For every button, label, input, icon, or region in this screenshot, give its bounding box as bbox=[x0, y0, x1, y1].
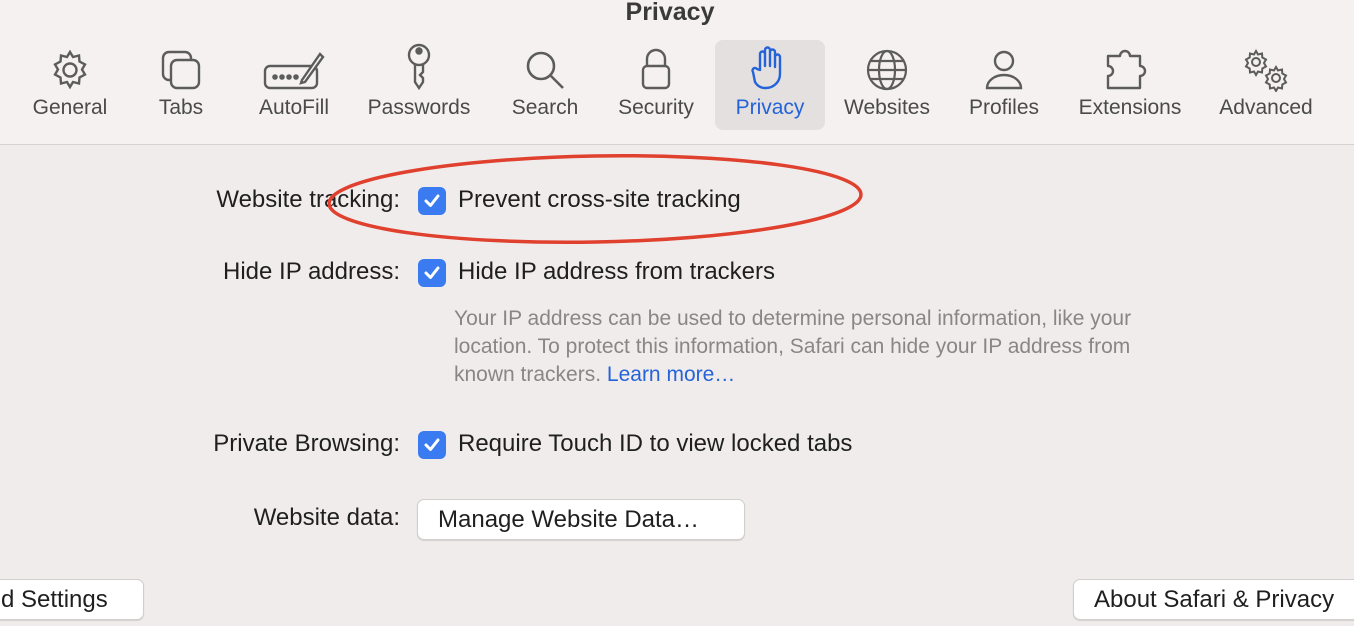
gear-icon bbox=[48, 40, 92, 92]
tab-websites-label: Websites bbox=[844, 96, 930, 119]
tab-advanced[interactable]: Advanced bbox=[1208, 40, 1324, 130]
tab-security-label: Security bbox=[618, 96, 694, 119]
toolbar: Privacy General Tabs AutoFill Passwords … bbox=[0, 0, 1354, 145]
touch-id-checkbox[interactable] bbox=[418, 431, 446, 459]
hide-ip-description: Your IP address can be used to determine… bbox=[454, 305, 1174, 389]
safari-settings-window: Privacy General Tabs AutoFill Passwords … bbox=[0, 0, 1354, 626]
hide-ip-checkbox[interactable] bbox=[418, 259, 446, 287]
tab-autofill[interactable]: AutoFill bbox=[244, 40, 344, 130]
tab-privacy[interactable]: Privacy bbox=[715, 40, 825, 130]
autofill-icon bbox=[262, 40, 326, 92]
prevent-tracking-label[interactable]: Prevent cross-site tracking bbox=[458, 186, 741, 214]
about-safari-privacy-button[interactable]: About Safari & Privacy bbox=[1073, 579, 1354, 620]
search-icon bbox=[523, 40, 567, 92]
tab-passwords-label: Passwords bbox=[367, 96, 471, 119]
hide-ip-description-text: Your IP address can be used to determine… bbox=[454, 307, 1132, 386]
website-tracking-label: Website tracking: bbox=[216, 186, 400, 213]
globe-icon bbox=[865, 40, 909, 92]
hide-ip-checkbox-label[interactable]: Hide IP address from trackers bbox=[458, 258, 775, 286]
tab-extensions[interactable]: Extensions bbox=[1068, 40, 1192, 130]
tab-autofill-label: AutoFill bbox=[258, 96, 330, 119]
hand-icon bbox=[750, 40, 790, 92]
window-title: Privacy bbox=[625, 0, 715, 26]
tab-websites[interactable]: Websites bbox=[834, 40, 940, 130]
person-icon bbox=[984, 40, 1024, 92]
tabs-icon bbox=[159, 40, 203, 92]
checkmark-icon bbox=[424, 266, 440, 279]
tab-general[interactable]: General bbox=[20, 40, 120, 130]
tab-tabs-label: Tabs bbox=[158, 96, 204, 119]
checkmark-icon bbox=[424, 438, 440, 451]
website-data-label: Website data: bbox=[253, 504, 400, 531]
hide-ip-label: Hide IP address: bbox=[223, 258, 400, 285]
tab-search[interactable]: Search bbox=[498, 40, 592, 130]
private-browsing-label: Private Browsing: bbox=[213, 430, 400, 457]
tab-profiles[interactable]: Profiles bbox=[958, 40, 1050, 130]
touch-id-checkbox-label[interactable]: Require Touch ID to view locked tabs bbox=[458, 430, 852, 458]
gears-icon bbox=[1238, 40, 1294, 92]
learn-more-link[interactable]: Learn more… bbox=[607, 363, 735, 386]
settings-button[interactable]: d Settings bbox=[0, 579, 144, 620]
puzzle-icon bbox=[1104, 40, 1156, 92]
key-icon bbox=[404, 40, 434, 92]
tab-general-label: General bbox=[32, 96, 108, 119]
tab-advanced-label: Advanced bbox=[1219, 96, 1313, 119]
tab-passwords[interactable]: Passwords bbox=[358, 40, 480, 130]
tab-tabs[interactable]: Tabs bbox=[136, 40, 226, 130]
tab-search-label: Search bbox=[511, 96, 579, 119]
manage-website-data-button[interactable]: Manage Website Data… bbox=[417, 499, 745, 540]
checkmark-icon bbox=[424, 194, 440, 207]
tab-extensions-label: Extensions bbox=[1078, 96, 1182, 119]
tab-security[interactable]: Security bbox=[606, 40, 706, 130]
prevent-tracking-checkbox[interactable] bbox=[418, 187, 446, 215]
tab-profiles-label: Profiles bbox=[968, 96, 1040, 119]
lock-icon bbox=[639, 40, 673, 92]
tab-privacy-label: Privacy bbox=[735, 96, 805, 119]
